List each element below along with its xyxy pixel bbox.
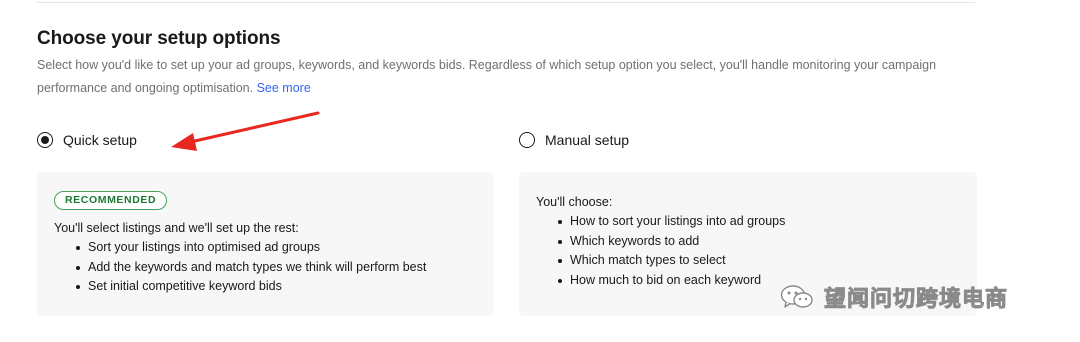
manual-setup-label: Manual setup: [545, 132, 630, 148]
section-description: Select how you'd like to set up your ad …: [37, 54, 937, 100]
quick-setup-intro: You'll select listings and we'll set up …: [54, 221, 299, 235]
manual-setup-radio[interactable]: [519, 132, 535, 148]
quick-setup-radio[interactable]: [37, 132, 53, 148]
list-item: Set initial competitive keyword bids: [74, 277, 494, 297]
manual-setup-list: How to sort your listings into ad groups…: [556, 212, 977, 290]
radio-selected-dot: [41, 136, 49, 144]
section-title: Choose your setup options: [37, 28, 281, 49]
list-item: Sort your listings into optimised ad gro…: [74, 238, 494, 258]
description-text: Select how you'd like to set up your ad …: [37, 58, 937, 95]
wechat-icon: [780, 285, 813, 308]
quick-setup-label: Quick setup: [63, 132, 137, 148]
manual-setup-intro: You'll choose:: [536, 195, 613, 209]
recommended-badge: RECOMMENDED: [54, 191, 168, 210]
list-item: Add the keywords and match types we thin…: [74, 258, 494, 278]
quick-setup-list: Sort your listings into optimised ad gro…: [74, 238, 494, 297]
top-divider: [37, 2, 975, 3]
manual-setup-option[interactable]: Manual setup: [519, 132, 629, 148]
watermark: 望闻问切跨境电商: [780, 281, 1008, 313]
list-item: Which match types to select: [556, 251, 977, 271]
see-more-link[interactable]: See more: [257, 81, 311, 95]
watermark-text: 望闻问切跨境电商: [824, 287, 1009, 313]
quick-setup-card: RECOMMENDED You'll select listings and w…: [37, 172, 494, 316]
quick-setup-option[interactable]: Quick setup: [37, 132, 137, 148]
list-item: How to sort your listings into ad groups: [556, 212, 977, 232]
list-item: Which keywords to add: [556, 232, 977, 252]
